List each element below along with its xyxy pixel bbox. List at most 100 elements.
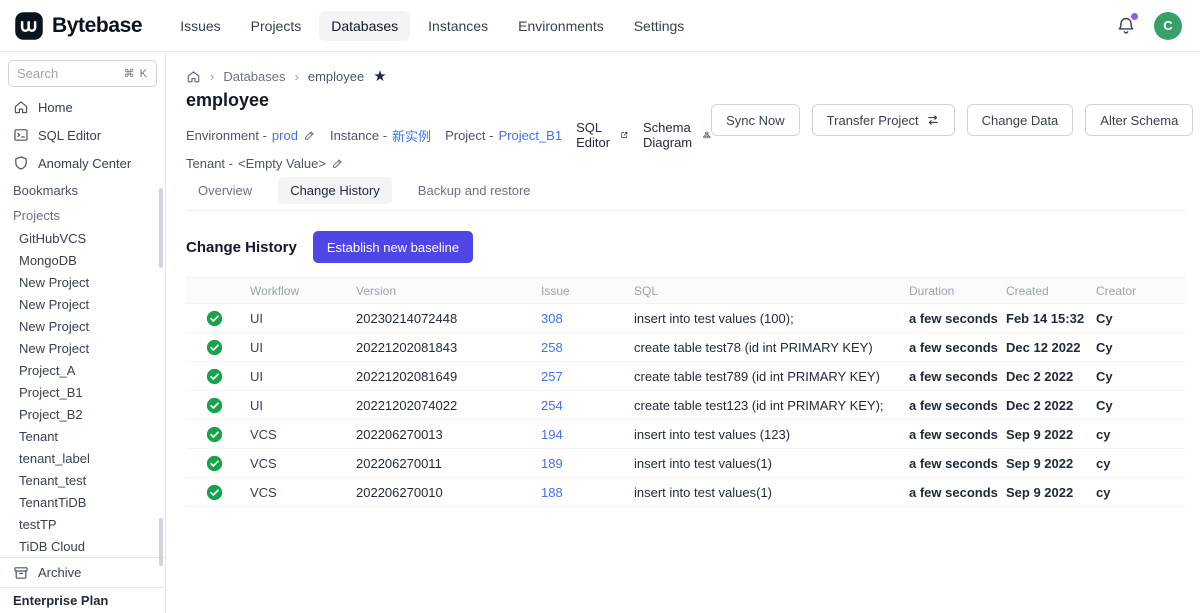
transfer-arrows-icon <box>926 113 940 127</box>
table-row[interactable]: UI20221202081843258create table test78 (… <box>186 333 1185 362</box>
topnav-item-projects[interactable]: Projects <box>239 11 314 41</box>
bytebase-brand[interactable]: Bytebase <box>14 11 142 41</box>
sidebar-project-new-project[interactable]: New Project <box>0 337 165 359</box>
workflow-cell: UI <box>242 369 348 384</box>
sidebar-project-mongodb[interactable]: MongoDB <box>0 249 165 271</box>
schema-diagram-shortcut[interactable]: Schema Diagram <box>643 120 711 150</box>
duration-cell: a few seconds <box>901 427 998 442</box>
status-success-icon <box>186 397 242 414</box>
sql-editor-shortcut[interactable]: SQL Editor <box>576 120 629 150</box>
tab-change-history[interactable]: Change History <box>278 177 392 204</box>
topnav-item-issues[interactable]: Issues <box>168 11 232 41</box>
sidebar-project-project-b1[interactable]: Project_B1 <box>0 381 165 403</box>
sidebar-project-testtp[interactable]: testTP <box>0 513 165 535</box>
breadcrumb-separator: › <box>210 69 214 84</box>
topnav-item-databases[interactable]: Databases <box>319 11 410 41</box>
table-row[interactable]: VCS202206270013194insert into test value… <box>186 420 1185 449</box>
sidebar-project-project-a[interactable]: Project_A <box>0 359 165 381</box>
table-row[interactable]: UI20221202081649257create table test789 … <box>186 362 1185 391</box>
page-actions: Sync Now Transfer Project Change Data Al… <box>711 88 1193 136</box>
sidebar-project-tidb-cloud[interactable]: TiDB Cloud <box>0 535 165 557</box>
change-data-button[interactable]: Change Data <box>967 104 1074 136</box>
sidebar-project-new-project[interactable]: New Project <box>0 293 165 315</box>
tab-backup-and-restore[interactable]: Backup and restore <box>406 177 543 204</box>
sidebar-project-tenanttidb[interactable]: TenantTiDB <box>0 491 165 513</box>
project-label: Project - <box>445 128 493 143</box>
change-history-section-header: Change History Establish new baseline <box>186 231 1185 263</box>
issue-link[interactable]: 189 <box>533 456 626 471</box>
sidebar-project-new-project[interactable]: New Project <box>0 315 165 337</box>
issue-link[interactable]: 308 <box>533 311 626 326</box>
tab-bar: Overview Change History Backup and restore <box>186 177 1185 211</box>
topnav-item-instances[interactable]: Instances <box>416 11 500 41</box>
top-bar: Bytebase IssuesProjectsDatabasesInstance… <box>0 0 1200 52</box>
workflow-cell: VCS <box>242 427 348 442</box>
column-header-creator: Creator <box>1088 284 1185 298</box>
issue-link[interactable]: 194 <box>533 427 626 442</box>
top-nav: IssuesProjectsDatabasesInstancesEnvironm… <box>168 11 1116 41</box>
sidebar-project-project-b2[interactable]: Project_B2 <box>0 403 165 425</box>
sidebar-project-tenant[interactable]: Tenant <box>0 425 165 447</box>
breadcrumb-home-icon[interactable] <box>186 69 201 84</box>
environment-link[interactable]: prod <box>272 128 298 143</box>
environment-meta: Environment - prod <box>186 128 316 143</box>
sidebar-scrollbar-thumb-lower[interactable] <box>159 518 163 566</box>
table-row[interactable]: VCS202206270011189insert into test value… <box>186 449 1185 478</box>
created-cell: Dec 2 2022 <box>998 398 1088 413</box>
project-link[interactable]: Project_B1 <box>498 128 562 143</box>
created-cell: Sep 9 2022 <box>998 427 1088 442</box>
bookmark-star-icon[interactable]: ★ <box>373 69 386 84</box>
sidebar-project-new-project[interactable]: New Project <box>0 271 165 293</box>
sidebar-search[interactable]: ⌘ K <box>8 60 157 87</box>
sync-now-button[interactable]: Sync Now <box>711 104 800 136</box>
workflow-cell: UI <box>242 311 348 326</box>
workflow-cell: VCS <box>242 456 348 471</box>
issue-link[interactable]: 188 <box>533 485 626 500</box>
archive-icon <box>13 565 29 581</box>
transfer-project-label: Transfer Project <box>827 113 919 128</box>
notifications-bell-icon[interactable] <box>1116 16 1136 36</box>
alter-schema-button[interactable]: Alter Schema <box>1085 104 1193 136</box>
sidebar-item-archive[interactable]: Archive <box>0 557 165 587</box>
sidebar-scrollbar-thumb[interactable] <box>159 188 163 268</box>
instance-link[interactable]: 新实例 <box>392 126 431 145</box>
sql-cell: insert into test values (123) <box>626 427 901 442</box>
table-row[interactable]: VCS202206270010188insert into test value… <box>186 478 1185 507</box>
issue-link[interactable]: 257 <box>533 369 626 384</box>
tenant-value: <Empty Value> <box>238 156 326 171</box>
status-success-icon <box>186 455 242 472</box>
search-input[interactable] <box>17 66 107 81</box>
page-header-left: employee Environment - prod Instance - 新… <box>186 88 711 171</box>
workflow-cell: VCS <box>242 485 348 500</box>
sidebar-item-home[interactable]: Home <box>0 93 165 121</box>
table-row[interactable]: UI20221202074022254create table test123 … <box>186 391 1185 420</box>
sidebar-item-anomaly-center[interactable]: Anomaly Center <box>0 149 165 177</box>
tab-overview[interactable]: Overview <box>186 177 264 204</box>
issue-link[interactable]: 258 <box>533 340 626 355</box>
topnav-item-environments[interactable]: Environments <box>506 11 616 41</box>
sidebar-section-projects: Projects <box>0 203 165 227</box>
user-avatar[interactable]: C <box>1154 12 1182 40</box>
topnav-item-settings[interactable]: Settings <box>622 11 697 41</box>
sidebar-plan-label[interactable]: Enterprise Plan <box>0 587 165 613</box>
version-cell: 202206270013 <box>348 427 533 442</box>
notification-dot <box>1131 13 1138 20</box>
sidebar-project-tenant-label[interactable]: tenant_label <box>0 447 165 469</box>
establish-baseline-button[interactable]: Establish new baseline <box>313 231 473 263</box>
sidebar-project-githubvcs[interactable]: GitHubVCS <box>0 227 165 249</box>
table-row[interactable]: UI20230214072448308insert into test valu… <box>186 304 1185 333</box>
edit-environment-pencil-icon[interactable] <box>303 129 316 142</box>
column-header-created: Created <box>998 284 1088 298</box>
sidebar-project-tenant-test[interactable]: Tenant_test <box>0 469 165 491</box>
edit-tenant-pencil-icon[interactable] <box>331 157 344 170</box>
creator-cell: cy <box>1088 485 1185 500</box>
page-title: employee <box>186 88 711 112</box>
transfer-project-button[interactable]: Transfer Project <box>812 104 955 136</box>
version-cell: 20221202081843 <box>348 340 533 355</box>
created-cell: Sep 9 2022 <box>998 485 1088 500</box>
duration-cell: a few seconds <box>901 340 998 355</box>
breadcrumb-databases[interactable]: Databases <box>223 69 285 84</box>
sql-cell: insert into test values(1) <box>626 485 901 500</box>
issue-link[interactable]: 254 <box>533 398 626 413</box>
sidebar-item-sql-editor[interactable]: SQL Editor <box>0 121 165 149</box>
